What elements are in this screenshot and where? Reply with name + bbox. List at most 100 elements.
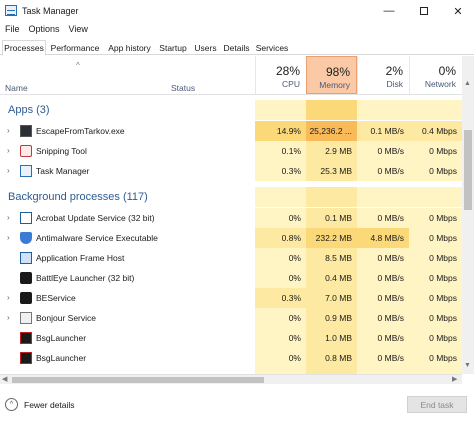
tab-app-history[interactable]: App history: [104, 40, 155, 55]
tab-services[interactable]: Services: [253, 40, 291, 55]
battleye-icon: [20, 292, 32, 304]
memory-cell: 0.4 MB: [306, 268, 357, 288]
cpu-cell: 0.3%: [255, 161, 306, 181]
table-row[interactable]: 0.8% 232.2 MB 4.8 MB/s 0 Mbps › Antimalw…: [0, 228, 462, 248]
table-row[interactable]: 0.1% 2.9 MB 0 MB/s 0 Mbps › Snipping Too…: [0, 141, 462, 161]
process-name: BsgLauncher: [36, 353, 87, 363]
column-cpu[interactable]: 28% CPU: [255, 56, 306, 94]
table-row[interactable]: 0% 0.8 MB 0 MB/s 0 Mbps BsgLauncher: [0, 348, 462, 368]
process-name: BsgLauncher: [36, 333, 87, 343]
table-row[interactable]: 0% 8.5 MB 0 MB/s 0 Mbps Application Fram…: [0, 248, 462, 268]
vertical-scroll-thumb[interactable]: [464, 130, 472, 210]
column-name[interactable]: Name: [5, 83, 28, 93]
process-name: Task Manager: [36, 166, 90, 176]
network-cell: 0 Mbps: [409, 208, 462, 228]
column-header: ^ Name Status 28% CPU 98% Memory 2% Disk…: [0, 56, 462, 95]
disk-cell: 0 MB/s: [357, 141, 409, 161]
title-bar: Task Manager — ✕: [0, 0, 474, 22]
expand-chevron-icon[interactable]: ›: [7, 213, 10, 222]
expand-chevron-icon[interactable]: ›: [7, 313, 10, 322]
column-status[interactable]: Status: [171, 83, 195, 93]
scroll-down-icon[interactable]: ▼: [464, 362, 471, 369]
expand-chevron-icon[interactable]: ›: [7, 166, 10, 175]
snipping-tool-icon: [20, 145, 32, 157]
fewer-details-link[interactable]: Fewer details: [24, 400, 75, 410]
memory-cell: 2.9 MB: [306, 141, 357, 161]
table-row[interactable]: 0% 0.9 MB 0 MB/s 0 Mbps › Bonjour Servic…: [0, 308, 462, 328]
menu-options[interactable]: Options: [24, 22, 64, 38]
tab-processes[interactable]: Processes: [2, 40, 46, 56]
tab-startup[interactable]: Startup: [156, 40, 190, 55]
network-cell: 0 Mbps: [409, 308, 462, 328]
memory-label: Memory: [319, 80, 350, 90]
scroll-right-icon[interactable]: ▶: [452, 375, 457, 383]
expand-chevron-icon[interactable]: ›: [7, 126, 10, 135]
tab-bar: Processes Performance App history Startu…: [0, 39, 474, 56]
process-name: Application Frame Host: [36, 253, 125, 263]
tab-users[interactable]: Users: [191, 40, 220, 55]
column-disk[interactable]: 2% Disk: [357, 56, 409, 94]
vertical-scrollbar[interactable]: ▲ ▼: [462, 56, 474, 374]
column-memory[interactable]: 98% Memory: [306, 56, 357, 94]
cpu-cell: [255, 187, 306, 207]
network-cell: 0 Mbps: [409, 248, 462, 268]
cpu-cell: 14.9%: [255, 121, 306, 141]
group-header-background: Background processes (117): [0, 187, 462, 207]
memory-cell: 0.1 MB: [306, 208, 357, 228]
horizontal-scroll-thumb[interactable]: [12, 377, 264, 383]
bonjour-icon: [20, 312, 32, 324]
table-row[interactable]: 0% 1.0 MB 0 MB/s 0 Mbps BsgLauncher: [0, 328, 462, 348]
process-name: EscapeFromTarkov.exe: [36, 126, 125, 136]
cpu-cell: 0%: [255, 208, 306, 228]
minimize-button[interactable]: —: [372, 0, 406, 22]
scroll-up-icon[interactable]: ▲: [464, 80, 471, 87]
table-row[interactable]: 0.3% 25.3 MB 0 MB/s 0 Mbps › Task Manage…: [0, 161, 462, 181]
disk-cell: 0 MB/s: [357, 248, 409, 268]
table-row[interactable]: 0.3% 7.0 MB 0 MB/s 0 Mbps › BEService: [0, 288, 462, 308]
group-title-background: Background processes (117): [8, 191, 148, 203]
expand-chevron-icon[interactable]: ›: [7, 293, 10, 302]
disk-cell: 0 MB/s: [357, 328, 409, 348]
task-manager-icon: [5, 5, 17, 16]
process-name: BattlEye Launcher (32 bit): [36, 273, 135, 283]
close-button[interactable]: ✕: [441, 0, 474, 22]
memory-cell: [306, 187, 357, 207]
expand-chevron-icon[interactable]: ›: [7, 233, 10, 242]
menu-file[interactable]: File: [0, 22, 24, 38]
network-cell: [409, 187, 462, 207]
window-title: Task Manager: [22, 6, 79, 16]
process-name: Acrobat Update Service (32 bit): [36, 213, 155, 223]
expand-chevron-icon[interactable]: ›: [7, 146, 10, 155]
scroll-left-icon[interactable]: ◀: [2, 375, 7, 383]
game-icon: [20, 125, 32, 137]
network-cell: 0 Mbps: [409, 288, 462, 308]
network-cell: 0 Mbps: [409, 348, 462, 368]
network-cell: 0 Mbps: [409, 161, 462, 181]
memory-cell: 0.8 MB: [306, 348, 357, 368]
process-name: BEService: [36, 293, 76, 303]
tab-details[interactable]: Details: [221, 40, 252, 55]
maximize-button[interactable]: [407, 0, 441, 22]
end-task-button[interactable]: End task: [407, 396, 467, 413]
cpu-cell: 0%: [255, 308, 306, 328]
memory-cell: 0.9 MB: [306, 308, 357, 328]
chevron-up-icon[interactable]: ^: [5, 398, 18, 411]
sort-caret-icon[interactable]: ^: [76, 61, 80, 70]
table-row[interactable]: 0% 0.4 MB 0 MB/s 0 Mbps BattlEye Launche…: [0, 268, 462, 288]
group-title-apps: Apps (3): [8, 104, 50, 116]
table-row[interactable]: 0% 0.1 MB 0 MB/s 0 Mbps › Acrobat Update…: [0, 208, 462, 228]
disk-cell: 0 MB/s: [357, 288, 409, 308]
cpu-cell: 0%: [255, 328, 306, 348]
disk-cell: [357, 187, 409, 207]
table-row[interactable]: 14.9% 25,236.2 ... 0.1 MB/s 0.4 Mbps › E…: [0, 121, 462, 141]
cpu-cell: 0.1%: [255, 141, 306, 161]
disk-percent: 2%: [385, 64, 403, 78]
app-window-icon: [20, 252, 32, 264]
tab-performance[interactable]: Performance: [47, 40, 103, 55]
cpu-cell: 0.8%: [255, 228, 306, 248]
maximize-icon: [420, 7, 428, 15]
column-network[interactable]: 0% Network: [409, 56, 462, 94]
horizontal-scrollbar[interactable]: ◀ ▶: [0, 374, 462, 384]
network-cell: 0 Mbps: [409, 268, 462, 288]
menu-view[interactable]: View: [64, 22, 92, 38]
